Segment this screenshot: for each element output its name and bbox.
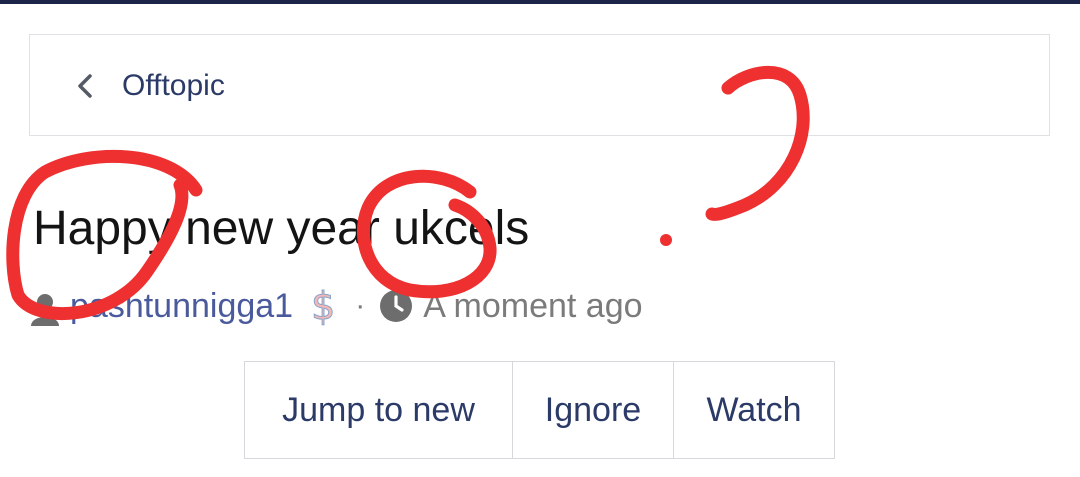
top-bar — [0, 0, 1080, 4]
author-link[interactable]: pashtunnigga1 — [70, 287, 293, 326]
red-question-mark-dot — [660, 234, 672, 246]
breadcrumb: Offtopic — [29, 34, 1050, 136]
dollar-icon: $ — [311, 284, 336, 329]
thread-title: Happy new year ukcels — [33, 202, 530, 255]
watch-button[interactable]: Watch — [674, 362, 834, 458]
meta-separator: · — [355, 289, 366, 322]
jump-to-new-button[interactable]: Jump to new — [245, 362, 513, 458]
breadcrumb-link-offtopic[interactable]: Offtopic — [122, 67, 225, 105]
clock-icon — [379, 289, 413, 323]
user-icon — [28, 292, 62, 326]
thread-actions: Jump to new Ignore Watch — [244, 361, 835, 459]
ignore-button[interactable]: Ignore — [513, 362, 674, 458]
thread-meta: pashtunnigga1 $ · A moment ago — [28, 284, 643, 329]
post-time: A moment ago — [423, 286, 643, 325]
chevron-left-icon[interactable] — [70, 71, 100, 101]
